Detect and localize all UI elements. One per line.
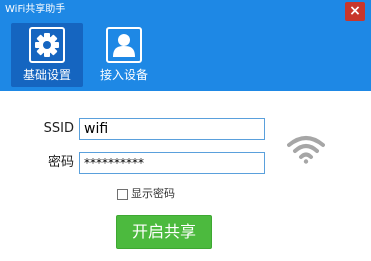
tab-connected-devices-label: 接入设备 [99, 68, 148, 82]
gear-icon [29, 27, 65, 63]
show-password-toggle[interactable]: 显示密码 [117, 187, 175, 201]
close-button[interactable]: × [345, 2, 365, 21]
tab-connected-devices[interactable]: 接入设备 [88, 23, 160, 87]
tab-basic-settings[interactable]: 基础设置 [11, 23, 83, 87]
wifi-signal-icon [287, 136, 325, 164]
password-input[interactable] [79, 152, 265, 174]
ssid-label: SSID [43, 121, 74, 136]
header-bar: WiFi共享助手 × 基础设置 接入设备 [0, 0, 371, 91]
wifi-share-window: WiFi共享助手 × 基础设置 接入设备 SSID wifi 密码 ******… [0, 0, 371, 261]
tab-basic-settings-label: 基础设置 [22, 68, 71, 82]
window-title: WiFi共享助手 [5, 4, 66, 15]
user-icon [106, 27, 142, 63]
password-label: 密码 [47, 155, 74, 170]
start-sharing-button[interactable]: 开启共享 [116, 215, 212, 249]
show-password-checkbox[interactable] [117, 188, 128, 200]
show-password-label: 显示密码 [131, 187, 175, 200]
ssid-input[interactable] [79, 118, 265, 140]
